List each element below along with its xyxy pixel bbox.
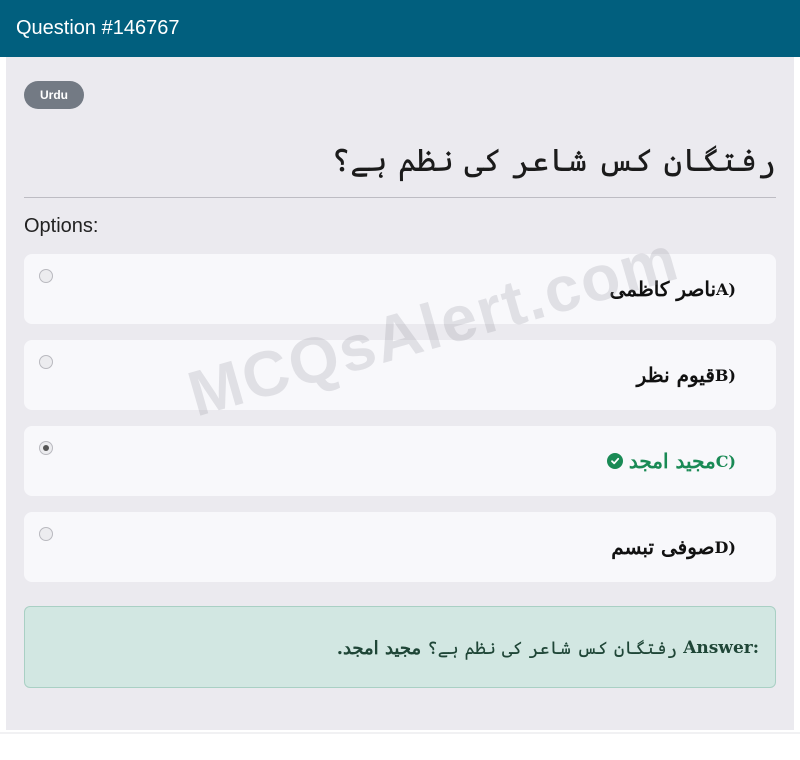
question-text: رفتگان کس شاعر کی نظم ہے؟ [331, 141, 776, 179]
option-letter: B) [714, 365, 736, 385]
answer-question: رفتگان کس شاعر کی نظم ہے؟ [427, 637, 678, 659]
answer-label: Answer: [683, 638, 759, 658]
option-a[interactable]: A) ناصر کاظمی [24, 254, 776, 324]
check-circle-icon [606, 453, 623, 469]
category-badge[interactable]: Urdu [24, 81, 84, 109]
bottom-edge [0, 732, 800, 734]
option-letter: A) [716, 279, 736, 299]
page-header: Question #146767 [0, 0, 800, 57]
answer-box: Answer: رفتگان کس شاعر کی نظم ہے؟ مجید ا… [24, 606, 776, 688]
option-b[interactable]: B) قیوم نظر [24, 340, 776, 410]
option-b-radio[interactable] [39, 355, 53, 369]
question-id-title: Question #146767 [16, 17, 180, 39]
options-label: Options: [24, 215, 99, 237]
question-card: Urdu رفتگان کس شاعر کی نظم ہے؟ Options: … [6, 57, 794, 730]
answer-value: مجید امجد. [336, 637, 422, 659]
option-text: صوفی تبسم [611, 535, 715, 559]
option-a-radio[interactable] [39, 269, 53, 283]
option-c-radio[interactable] [39, 441, 53, 455]
option-d-radio[interactable] [39, 527, 53, 541]
option-letter: C) [715, 451, 736, 471]
option-d[interactable]: D) صوفی تبسم [24, 512, 776, 582]
option-letter: D) [714, 537, 736, 557]
option-text: مجید امجد [628, 449, 716, 473]
option-text: ناصر کاظمی [609, 277, 717, 301]
option-c[interactable]: C) مجید امجد [24, 426, 776, 496]
divider [24, 197, 776, 198]
option-text: قیوم نظر [636, 363, 715, 387]
